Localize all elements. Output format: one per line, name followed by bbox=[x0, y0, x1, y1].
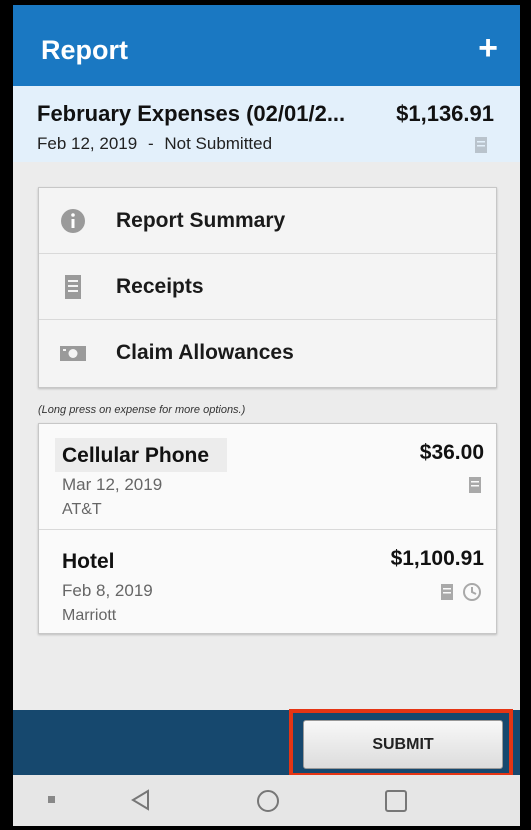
report-menu: Report Summary Receipts Claim Allowances bbox=[38, 187, 497, 388]
receipt-icon bbox=[469, 477, 481, 493]
app-bar: Report + bbox=[13, 5, 520, 86]
expense-amount: $1,100.91 bbox=[390, 547, 484, 570]
report-header[interactable]: February Expenses (02/01/2... $1,136.91 … bbox=[13, 86, 520, 162]
page-title: Report bbox=[41, 35, 128, 65]
expense-list: Cellular Phone $36.00 Mar 12, 2019 AT&T … bbox=[38, 423, 497, 634]
menu-item-label: Report Summary bbox=[116, 209, 286, 232]
expense-name: Cellular Phone bbox=[62, 444, 210, 467]
menu-item-label: Claim Allowances bbox=[116, 341, 294, 364]
money-icon bbox=[60, 346, 86, 361]
expense-item-cellular-phone[interactable]: Cellular Phone $36.00 Mar 12, 2019 AT&T bbox=[39, 424, 496, 528]
report-date: Feb 12, 2019 bbox=[37, 134, 138, 153]
menu-item-report-summary[interactable]: Report Summary bbox=[39, 188, 496, 254]
expense-date: Feb 8, 2019 bbox=[62, 581, 153, 600]
expense-item-hotel[interactable]: Hotel $1,100.91 Feb 8, 2019 Marriott bbox=[39, 529, 496, 634]
info-icon bbox=[61, 209, 85, 233]
report-total: $1,136.91 bbox=[396, 101, 494, 126]
report-subtitle: Feb 12, 2019 - Not Submitted bbox=[37, 134, 272, 154]
menu-item-receipts[interactable]: Receipts bbox=[39, 254, 496, 320]
expense-date: Mar 12, 2019 bbox=[62, 475, 163, 494]
receipt-icon bbox=[475, 137, 487, 153]
plus-icon[interactable]: + bbox=[478, 31, 498, 65]
home-icon[interactable] bbox=[255, 788, 281, 814]
expense-icons bbox=[468, 476, 482, 494]
expense-icons bbox=[440, 582, 482, 602]
phone-screen: Report + February Expenses (02/01/2... $… bbox=[13, 5, 520, 826]
expense-amount: $36.00 bbox=[419, 441, 484, 464]
hint-text: (Long press on expense for more options.… bbox=[38, 404, 246, 416]
submit-button[interactable]: SUBMIT bbox=[303, 720, 503, 769]
clock-icon bbox=[463, 583, 481, 601]
expense-vendor: AT&T bbox=[62, 501, 102, 518]
receipt-icon bbox=[441, 584, 453, 600]
android-nav-bar bbox=[13, 775, 520, 826]
menu-dot-icon[interactable] bbox=[47, 795, 57, 805]
report-status: Not Submitted bbox=[164, 134, 273, 153]
back-icon[interactable] bbox=[129, 788, 151, 812]
menu-item-label: Receipts bbox=[116, 275, 204, 298]
menu-item-claim-allowances[interactable]: Claim Allowances bbox=[39, 320, 496, 385]
report-name: February Expenses (02/01/2... bbox=[37, 101, 346, 126]
expense-vendor: Marriott bbox=[62, 607, 117, 624]
expense-name: Hotel bbox=[62, 550, 115, 573]
action-bar: SUBMIT bbox=[13, 710, 520, 775]
separator: - bbox=[147, 134, 154, 153]
recents-icon[interactable] bbox=[383, 788, 409, 814]
receipt-icon bbox=[65, 275, 81, 299]
